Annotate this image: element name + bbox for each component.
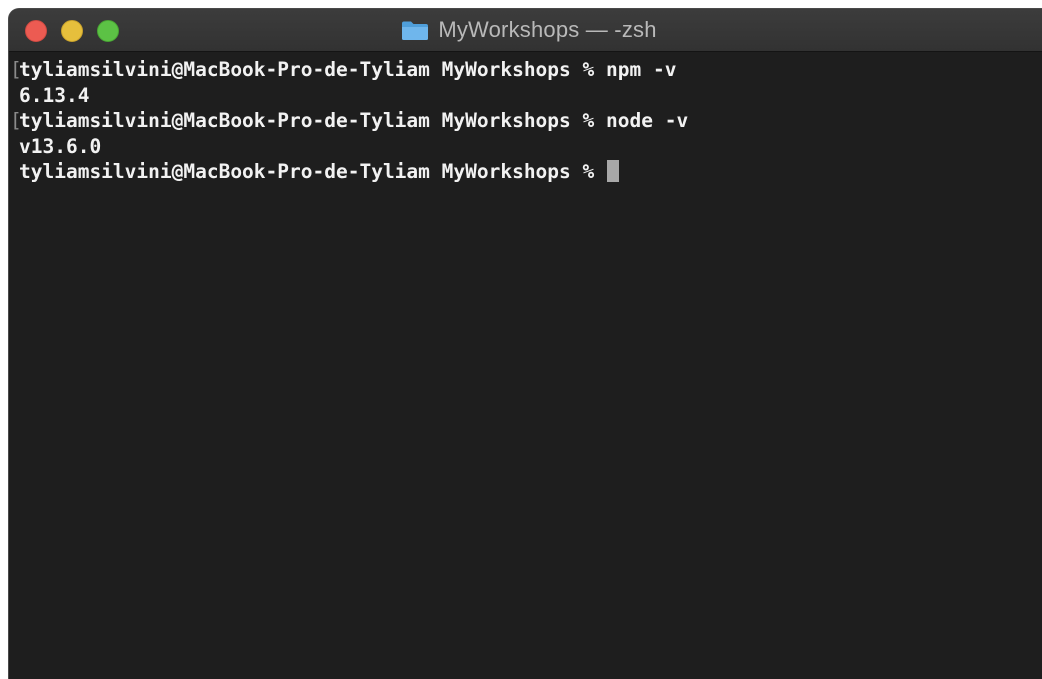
line-mark: [	[10, 58, 22, 81]
terminal-line: tyliamsilvini@MacBook-Pro-de-Tyliam MyWo…	[9, 159, 1042, 185]
terminal-line: [tyliamsilvini@MacBook-Pro-de-Tyliam MyW…	[9, 108, 1042, 134]
line-mark: [	[10, 109, 22, 132]
prompt-command: tyliamsilvini@MacBook-Pro-de-Tyliam MyWo…	[19, 109, 689, 132]
command-output: 6.13.4	[19, 83, 90, 107]
terminal-window: MyWorkshops — -zsh [tyliamsilvini@MacBoo…	[9, 9, 1042, 679]
prompt-command: tyliamsilvini@MacBook-Pro-de-Tyliam MyWo…	[19, 58, 677, 81]
terminal-line: 6.13.4	[9, 83, 1042, 109]
terminal-output[interactable]: [tyliamsilvini@MacBook-Pro-de-Tyliam MyW…	[9, 52, 1042, 679]
current-prompt: tyliamsilvini@MacBook-Pro-de-Tyliam MyWo…	[19, 160, 606, 183]
folder-icon	[401, 20, 429, 41]
terminal-line: [tyliamsilvini@MacBook-Pro-de-Tyliam MyW…	[9, 57, 1042, 83]
terminal-line: v13.6.0	[9, 134, 1042, 160]
text-cursor	[607, 160, 619, 182]
command-output: v13.6.0	[19, 134, 102, 158]
title-bar[interactable]: MyWorkshops — -zsh	[9, 9, 1042, 52]
window-title: MyWorkshops — -zsh	[438, 17, 657, 42]
window-title-group: MyWorkshops — -zsh	[9, 9, 1042, 51]
